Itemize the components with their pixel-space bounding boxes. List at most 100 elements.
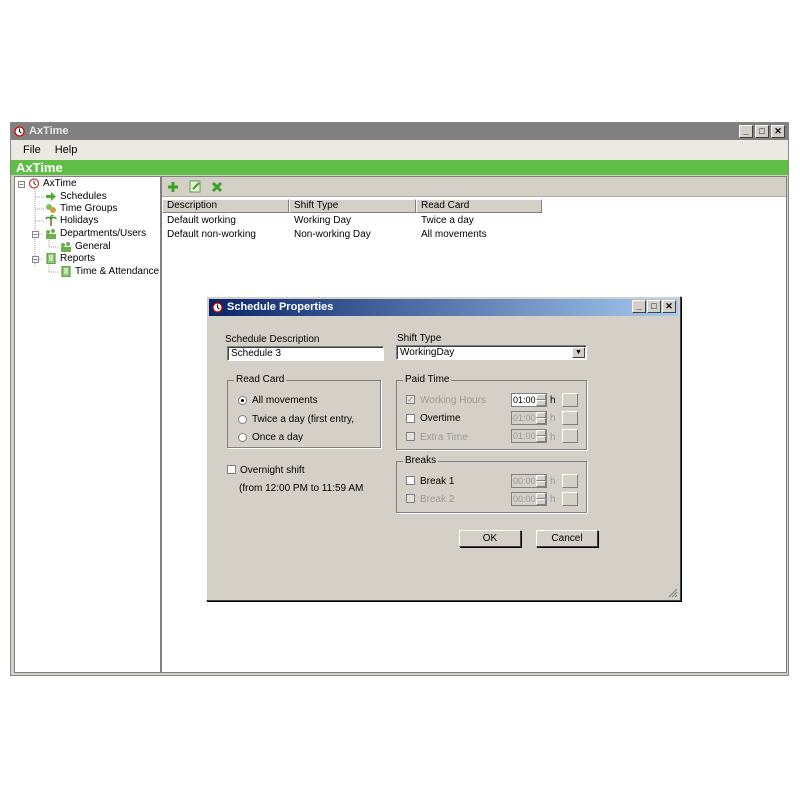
schedule-description-label: Schedule Description <box>225 334 320 345</box>
break1-stepper[interactable]: 00:00 <box>511 474 547 488</box>
column-header-shift-type[interactable]: Shift Type <box>289 199 416 213</box>
stepper-down-button[interactable] <box>536 481 546 487</box>
stepper-down-button[interactable] <box>536 499 546 505</box>
resize-grip-icon[interactable] <box>668 588 678 598</box>
tree-label-reports: Reports <box>60 253 96 264</box>
break2-label: Break 2 <box>420 494 455 505</box>
menu-file[interactable]: File <box>23 144 41 156</box>
tree-label-time-groups: Time Groups <box>60 203 118 214</box>
break2-unit: h <box>550 494 556 505</box>
shift-type-value: WorkingDay <box>400 347 455 358</box>
break2-checkbox[interactable] <box>406 494 415 503</box>
grid-header: Description Shift Type Read Card <box>162 199 542 213</box>
palm-tree-icon <box>45 215 57 226</box>
tree-item-schedules[interactable]: Schedules <box>45 191 107 202</box>
radio-all-movements[interactable] <box>238 396 247 405</box>
break1-label: Break 1 <box>420 476 455 487</box>
cell-read-card: All movements <box>421 229 487 240</box>
cell-shift-type: Non-working Day <box>294 229 371 240</box>
app-banner: AxTime <box>11 160 788 175</box>
title-bar[interactable]: AxTime _ □ ✕ <box>11 123 788 140</box>
table-row[interactable]: Default non-working Non-working Day All … <box>162 228 542 242</box>
break1-value: 00:00 <box>513 476 536 486</box>
time-groups-icon <box>46 204 56 213</box>
working-hours-checkbox[interactable]: ✓ <box>406 395 415 404</box>
extra-time-value: 01:00 <box>513 431 536 441</box>
column-header-read-card[interactable]: Read Card <box>416 199 542 213</box>
radio-twice-a-day[interactable] <box>238 415 247 424</box>
close-button[interactable]: ✕ <box>771 125 785 138</box>
dialog-minimize-button[interactable]: _ <box>632 300 646 313</box>
tree-item-general[interactable]: General <box>60 241 111 252</box>
tree-expander-root[interactable]: – <box>18 181 25 188</box>
radio-label-twice-a-day: Twice a day (first entry, <box>252 414 355 425</box>
toolbar <box>162 177 786 197</box>
break2-value: 00:00 <box>513 494 536 504</box>
plus-icon <box>168 181 178 192</box>
chevron-down-icon[interactable]: ▼ <box>572 347 585 358</box>
edit-icon <box>189 180 200 193</box>
overnight-shift-label: Overnight shift <box>240 465 305 476</box>
tree-item-time-attendance[interactable]: Time & Attendance <box>60 266 159 277</box>
menu-bar: File Help <box>11 140 788 160</box>
tree-item-axtime[interactable]: AxTime <box>28 178 77 189</box>
overtime-label: Overtime <box>420 413 461 424</box>
radio-once-a-day[interactable] <box>238 433 247 442</box>
stepper-down-button[interactable] <box>536 400 546 406</box>
break1-checkbox[interactable] <box>406 476 415 485</box>
report-icon <box>46 253 56 264</box>
read-card-title: Read Card <box>234 374 287 385</box>
shift-type-select[interactable]: WorkingDay ▼ <box>396 345 587 360</box>
schedule-description-input[interactable]: Schedule 3 <box>227 346 384 361</box>
menu-help[interactable]: Help <box>55 144 78 156</box>
tree-item-reports[interactable]: Reports <box>45 253 95 264</box>
tree-label-holidays: Holidays <box>60 215 99 226</box>
break1-extra-button[interactable] <box>562 474 578 488</box>
extra-time-extra-button[interactable] <box>562 429 578 443</box>
shift-type-label: Shift Type <box>397 333 442 344</box>
cell-read-card: Twice a day <box>421 215 474 226</box>
stepper-down-button[interactable] <box>536 436 546 442</box>
tree-label-axtime: AxTime <box>43 178 77 189</box>
overtime-extra-button[interactable] <box>562 411 578 425</box>
cancel-button[interactable]: Cancel <box>536 530 598 547</box>
extra-time-checkbox[interactable] <box>406 432 415 441</box>
tree-expander-departments[interactable]: – <box>32 231 39 238</box>
overnight-shift-checkbox[interactable] <box>227 465 236 474</box>
ok-button[interactable]: OK <box>459 530 521 547</box>
edit-button[interactable] <box>187 179 203 195</box>
add-button[interactable] <box>165 179 181 195</box>
delete-icon <box>211 181 223 192</box>
tree-item-time-groups[interactable]: Time Groups <box>45 203 117 214</box>
navigation-tree: – AxTime Schedules Time Groups Holidays … <box>14 176 161 673</box>
dialog-title-bar[interactable]: Schedule Properties _ □ ✕ <box>209 299 678 316</box>
app-icon <box>14 126 25 137</box>
working-hours-stepper[interactable]: 01:00 <box>511 393 547 407</box>
extra-time-stepper[interactable]: 01:00 <box>511 429 547 443</box>
tree-label-schedules: Schedules <box>60 191 107 202</box>
schedule-properties-dialog: Schedule Properties _ □ ✕ Schedule Descr… <box>206 296 681 601</box>
minimize-button[interactable]: _ <box>739 125 753 138</box>
dialog-maximize-button[interactable]: □ <box>647 300 661 313</box>
break2-stepper[interactable]: 00:00 <box>511 492 547 506</box>
delete-button[interactable] <box>209 179 225 195</box>
break2-extra-button[interactable] <box>562 492 578 506</box>
dialog-title: Schedule Properties <box>227 301 334 313</box>
working-hours-label: Working Hours <box>420 395 486 406</box>
maximize-button[interactable]: □ <box>755 125 769 138</box>
tree-item-holidays[interactable]: Holidays <box>45 215 98 226</box>
table-row[interactable]: Default working Working Day Twice a day <box>162 214 542 228</box>
working-hours-unit: h <box>550 395 556 406</box>
users-group-icon <box>46 229 56 239</box>
stepper-down-button[interactable] <box>536 418 546 424</box>
tree-expander-reports[interactable]: – <box>32 256 39 263</box>
tree-item-departments[interactable]: Departments/Users <box>45 228 146 239</box>
tree-label-general: General <box>75 241 111 252</box>
column-header-description[interactable]: Description <box>162 199 289 213</box>
cell-description: Default working <box>167 215 236 226</box>
overtime-checkbox[interactable] <box>406 414 415 423</box>
working-hours-extra-button[interactable] <box>562 393 578 407</box>
app-icon <box>212 302 223 313</box>
dialog-close-button[interactable]: ✕ <box>662 300 676 313</box>
overtime-stepper[interactable]: 01:00 <box>511 411 547 425</box>
